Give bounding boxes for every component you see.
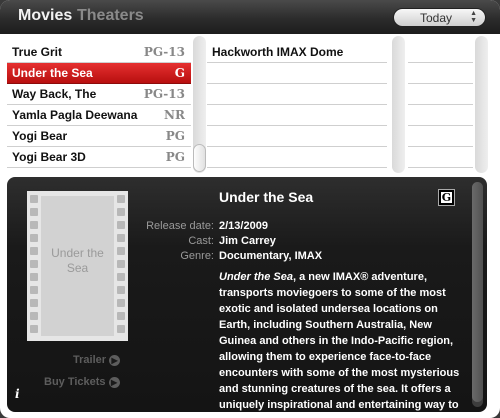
synopsis-title: Under the Sea xyxy=(219,271,293,283)
theater-row-empty xyxy=(207,126,387,147)
filmstrip-perforations-right xyxy=(114,191,128,341)
movies-widget: Movies Theaters Today ▲ ▼ True Grit PG-13… xyxy=(0,0,500,418)
tab-movies[interactable]: Movies xyxy=(18,7,72,25)
theater-row-empty xyxy=(207,63,387,84)
movie-rating: PG xyxy=(165,150,185,164)
cast-label: Cast: xyxy=(188,235,214,247)
info-icon[interactable]: i xyxy=(15,387,20,401)
date-select[interactable]: Today ▲ ▼ xyxy=(393,8,486,27)
movie-row-yogi-bear-3d[interactable]: Yogi Bear 3D PG xyxy=(7,147,191,168)
showtime-row-empty xyxy=(408,84,473,105)
movie-row-way-back[interactable]: Way Back, The PG-13 xyxy=(7,84,191,105)
circle-arrow-right-icon: ▶ xyxy=(108,376,120,388)
movie-row-yamla-pagla-deewana[interactable]: Yamla Pagla Deewana NR xyxy=(7,105,191,126)
movie-rating: PG xyxy=(165,129,185,143)
theater-list-scrollbar[interactable] xyxy=(392,36,405,173)
genre-label: Genre: xyxy=(180,250,214,262)
release-date-value: 2/13/2009 xyxy=(219,220,268,232)
movie-title: Under the Sea xyxy=(12,66,93,80)
showtime-row-empty xyxy=(408,147,473,168)
movie-rating: NR xyxy=(164,108,185,122)
showtime-row-empty xyxy=(408,42,473,63)
up-down-arrows-icon: ▲ ▼ xyxy=(470,10,477,24)
detail-movie-title: Under the Sea xyxy=(219,189,314,205)
movie-rating: PG-13 xyxy=(143,87,185,101)
showtime-row-empty xyxy=(408,126,473,147)
synopsis-body: , a new IMAX® adventure, transports movi… xyxy=(219,271,460,411)
poster-placeholder: Under the Sea xyxy=(27,191,128,341)
circle-arrow-right-icon: ▶ xyxy=(109,354,121,366)
trailer-button[interactable]: Trailer ▶ xyxy=(73,354,121,366)
buy-tickets-label: Buy Tickets xyxy=(44,376,106,388)
detail-scroll-thumb[interactable] xyxy=(472,182,483,402)
tab-theaters[interactable]: Theaters xyxy=(77,7,144,25)
movie-detail-panel: Under the Sea Under the Sea G Release da… xyxy=(7,177,487,412)
header-bar: Movies Theaters Today ▲ ▼ xyxy=(0,0,500,34)
genre-value: Documentary, IMAX xyxy=(219,250,323,262)
synopsis: Under the Sea, a new IMAX® adventure, tr… xyxy=(219,269,469,412)
trailer-label: Trailer xyxy=(73,354,107,366)
movie-row-under-the-sea[interactable]: Under the Sea G xyxy=(7,63,191,84)
theater-name: Hackworth IMAX Dome xyxy=(212,45,344,59)
showtime-list-scrollbar[interactable] xyxy=(475,36,488,173)
movie-rating: G xyxy=(174,66,185,80)
movie-title: Yogi Bear 3D xyxy=(12,150,86,164)
cast-value: Jim Carrey xyxy=(219,235,276,247)
theater-list: Hackworth IMAX Dome xyxy=(207,42,387,168)
filmstrip-perforations-left xyxy=(27,191,41,341)
release-date-label: Release date: xyxy=(146,220,214,232)
movie-row-yogi-bear[interactable]: Yogi Bear PG xyxy=(7,126,191,147)
movie-list-scroll-thumb[interactable] xyxy=(193,144,206,172)
theater-row-empty xyxy=(207,105,387,126)
movie-title: True Grit xyxy=(12,45,63,59)
movie-title: Yamla Pagla Deewana xyxy=(12,108,138,122)
movie-rating: PG-13 xyxy=(143,45,185,59)
date-select-value: Today xyxy=(420,11,453,25)
theater-row-hackworth[interactable]: Hackworth IMAX Dome xyxy=(207,42,387,63)
movie-title: Yogi Bear xyxy=(12,129,68,143)
poster-placeholder-text: Under the Sea xyxy=(51,246,104,275)
theater-row-empty xyxy=(207,84,387,105)
showtime-list xyxy=(408,42,473,168)
showtime-row-empty xyxy=(408,63,473,84)
movie-list: True Grit PG-13 Under the Sea G Way Back… xyxy=(7,42,191,168)
theater-row-empty xyxy=(207,147,387,168)
buy-tickets-button[interactable]: Buy Tickets ▶ xyxy=(44,376,120,388)
lists-area: True Grit PG-13 Under the Sea G Way Back… xyxy=(0,34,500,174)
showtime-row-empty xyxy=(408,105,473,126)
movie-title: Way Back, The xyxy=(12,87,97,101)
detail-rating-badge: G xyxy=(438,189,455,206)
poster-frame: Under the Sea xyxy=(41,196,114,336)
movie-row-true-grit[interactable]: True Grit PG-13 xyxy=(7,42,191,63)
